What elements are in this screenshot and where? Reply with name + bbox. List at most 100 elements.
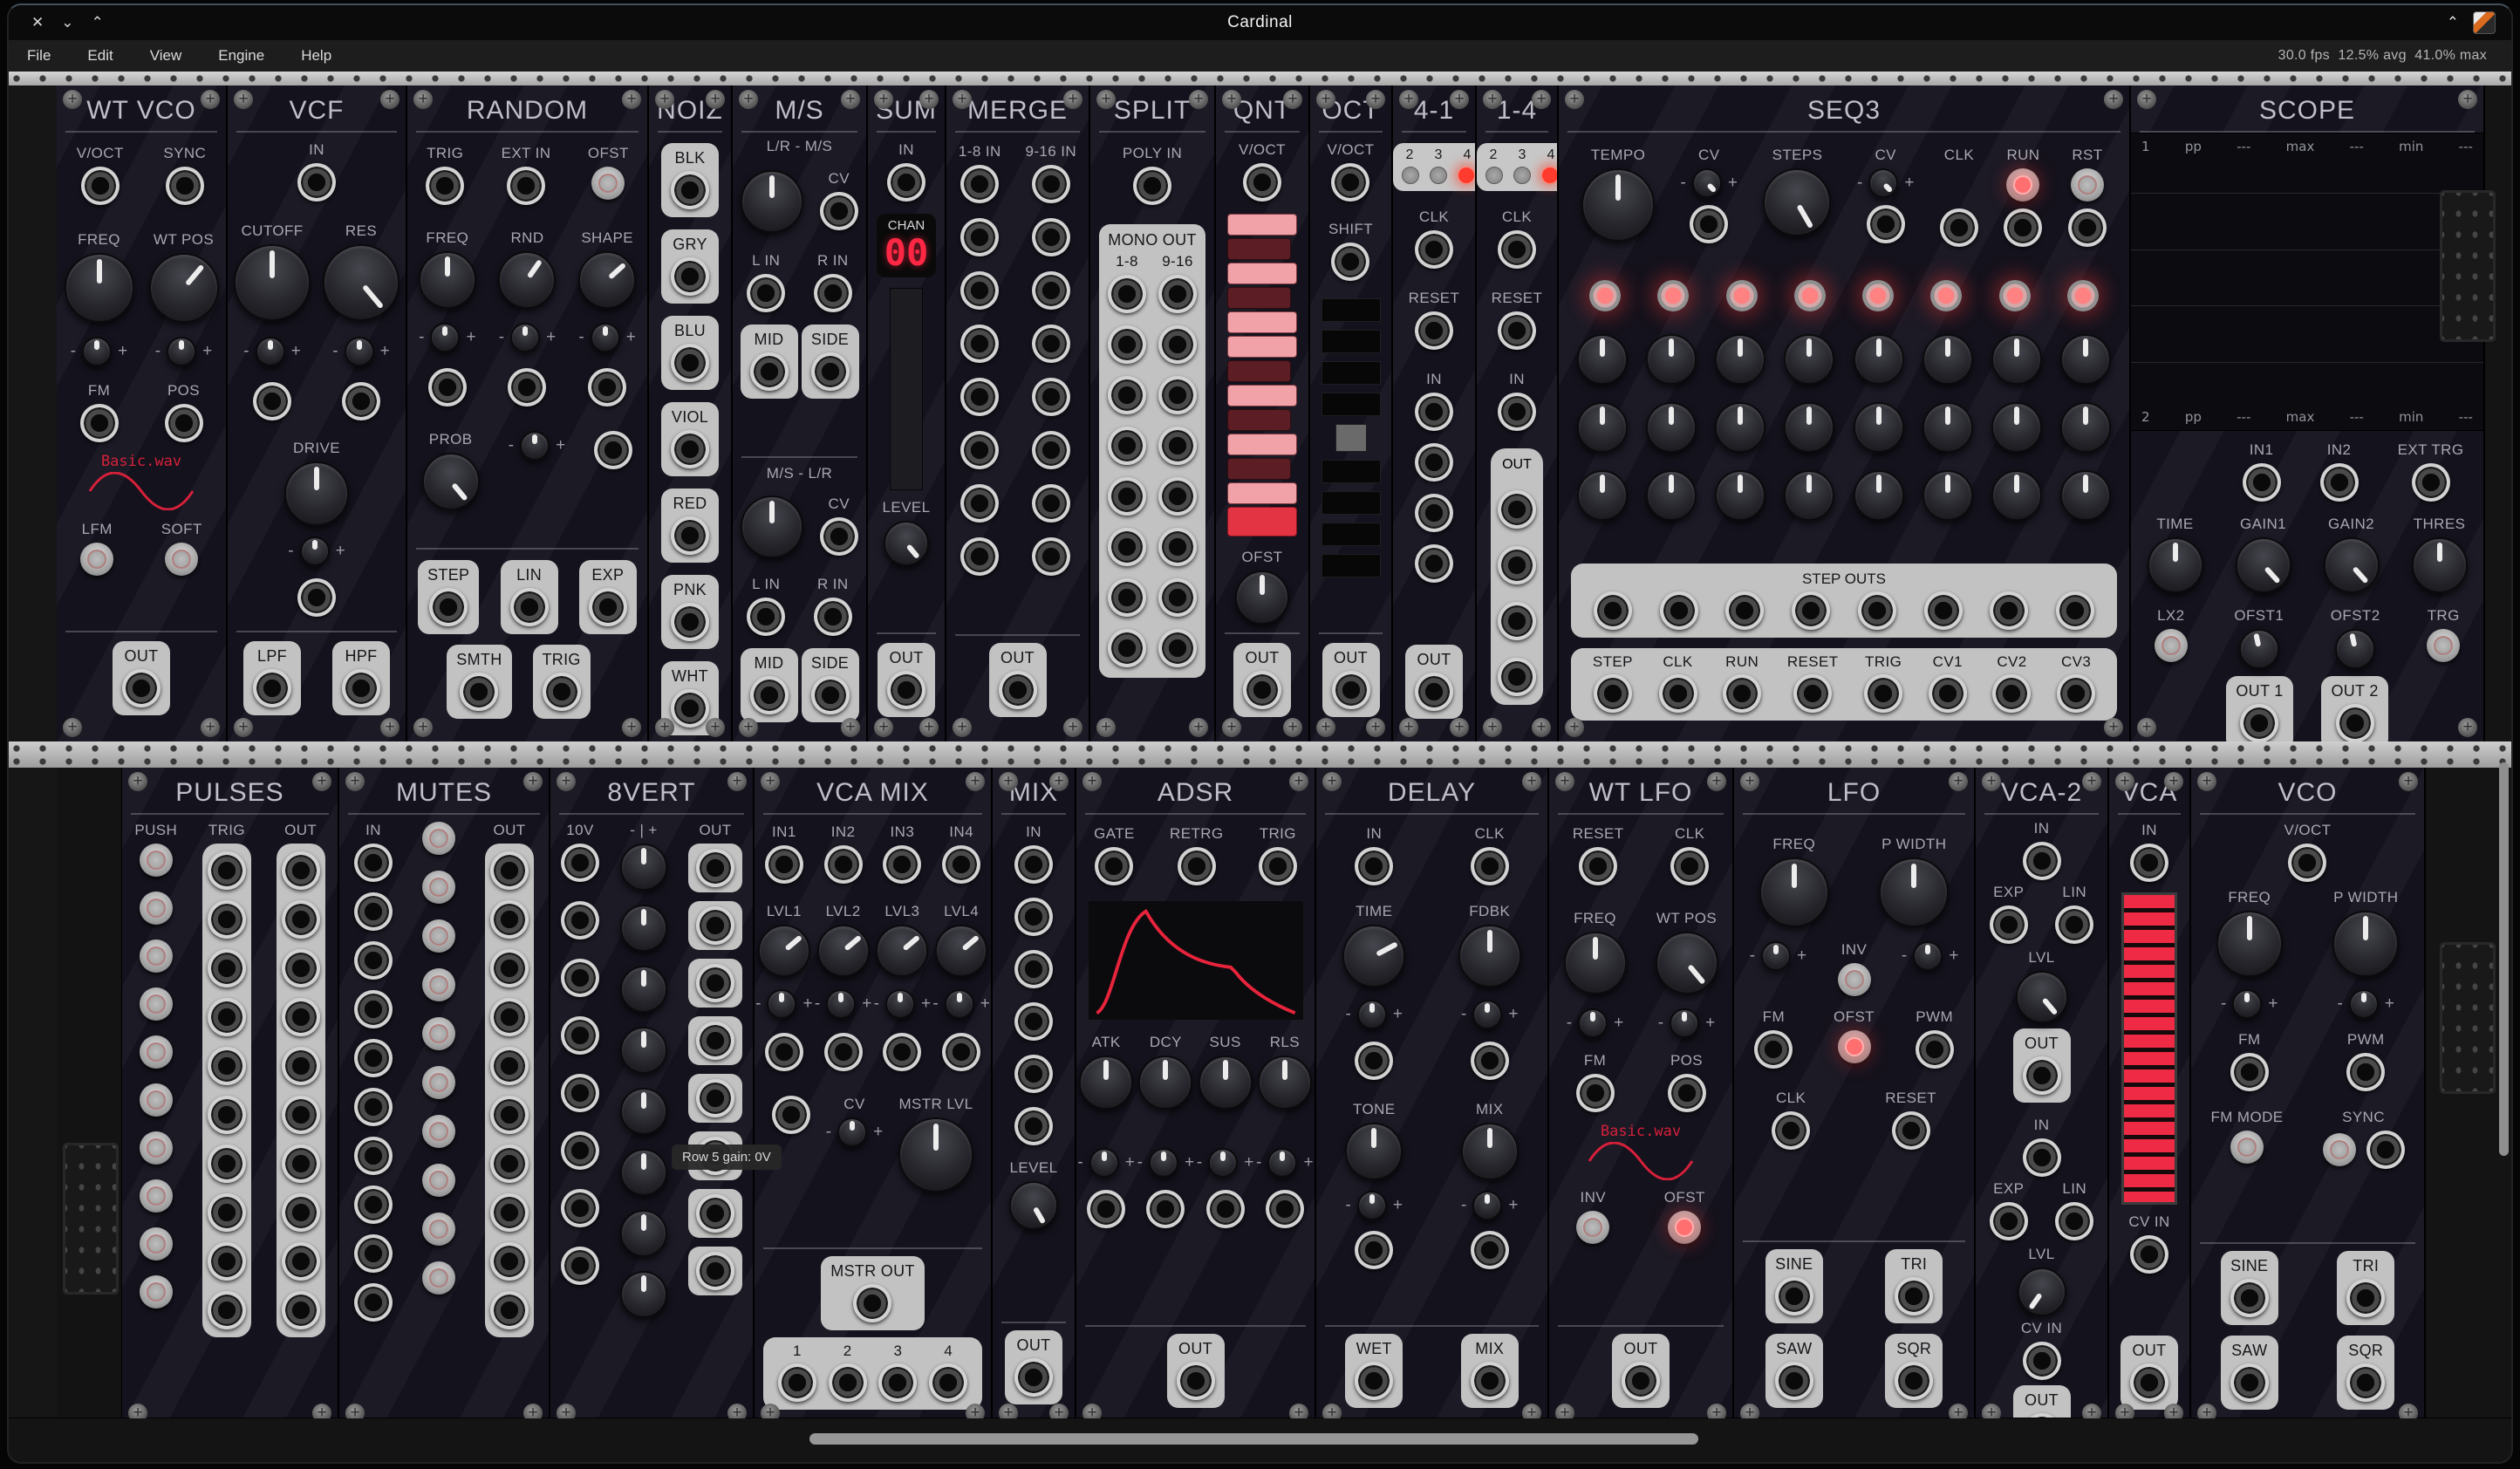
clk-jack[interactable] — [1415, 230, 1453, 269]
in2-jack[interactable] — [824, 845, 863, 884]
in-jack[interactable] — [1498, 393, 1536, 431]
port-jack[interactable] — [1471, 1231, 1509, 1269]
v-oct-jack[interactable] — [1331, 163, 1369, 202]
port-jack[interactable] — [1940, 208, 1978, 247]
step-led-button[interactable] — [1589, 280, 1621, 311]
led-button[interactable] — [422, 919, 455, 953]
port-jack[interactable] — [2068, 208, 2107, 247]
param-knob[interactable] — [620, 844, 667, 891]
black-key[interactable] — [1227, 409, 1291, 431]
viol-jack[interactable] — [671, 430, 709, 468]
lvl-knob[interactable] — [2016, 971, 2068, 1023]
attenuverter-knob[interactable] — [256, 337, 285, 366]
in-jack[interactable] — [2023, 842, 2061, 880]
octave-block[interactable] — [1321, 361, 1381, 385]
led-button[interactable] — [2006, 168, 2039, 202]
white-key[interactable] — [1227, 214, 1298, 236]
freq-knob[interactable] — [65, 253, 134, 323]
port-jack[interactable] — [490, 1291, 529, 1329]
lin-jack[interactable] — [2055, 1202, 2093, 1240]
port-jack[interactable] — [490, 1242, 529, 1281]
port-jack[interactable] — [1206, 1190, 1245, 1228]
in-jack[interactable] — [1355, 847, 1393, 885]
gain2-knob[interactable] — [2324, 537, 2380, 593]
port-jack[interactable] — [282, 1193, 320, 1232]
dcy-knob[interactable] — [1138, 1056, 1192, 1110]
mono-out-9-16-jack-7[interactable] — [1158, 578, 1197, 617]
tri-jack[interactable] — [1895, 1277, 1933, 1315]
selector-led-3[interactable] — [1513, 167, 1531, 184]
blk-jack[interactable] — [671, 171, 709, 209]
port-jack[interactable] — [208, 949, 246, 987]
run-jack[interactable] — [1723, 674, 1761, 713]
out-2-jack[interactable] — [2336, 704, 2374, 741]
mono-out-1-8-jack-6[interactable] — [1108, 528, 1146, 566]
saw-jack[interactable] — [1775, 1362, 1813, 1400]
attenuverter-knob[interactable] — [1761, 941, 1791, 971]
tone-knob[interactable] — [1345, 1123, 1403, 1180]
in4-jack[interactable] — [942, 845, 980, 884]
mono-out-9-16-jack-5[interactable] — [1158, 477, 1197, 516]
reset-jack[interactable] — [1579, 847, 1617, 885]
cv3-jack[interactable] — [2057, 674, 2095, 713]
step-led-button[interactable] — [1726, 280, 1758, 311]
v-oct-jack[interactable] — [1243, 163, 1281, 202]
out-jack[interactable] — [1332, 671, 1370, 709]
port-jack[interactable] — [1032, 325, 1070, 363]
attenuverter-knob[interactable] — [1357, 1191, 1387, 1220]
ext-in-jack[interactable] — [507, 167, 545, 205]
exp-jack[interactable] — [589, 588, 627, 626]
vertical-scrollbar[interactable] — [2499, 762, 2509, 1156]
attenuverter-knob[interactable] — [1578, 1008, 1608, 1038]
out-jack[interactable] — [1177, 1362, 1215, 1400]
mono-out-1-8-jack-3[interactable] — [1108, 376, 1146, 414]
step-jack[interactable] — [429, 588, 468, 626]
led-button[interactable] — [140, 987, 173, 1021]
white-key[interactable] — [1227, 311, 1298, 333]
fm-jack[interactable] — [80, 404, 119, 442]
tempo-knob[interactable] — [1581, 168, 1655, 242]
port-jack[interactable] — [1014, 950, 1053, 988]
menu-edit[interactable]: Edit — [69, 40, 131, 72]
wt-pos-knob[interactable] — [149, 253, 219, 323]
attenuverter-knob[interactable] — [1472, 1000, 1502, 1029]
port-jack[interactable] — [208, 1047, 246, 1085]
black-key[interactable] — [1227, 458, 1291, 480]
port-jack[interactable] — [208, 851, 246, 890]
out-jack[interactable] — [2023, 1056, 2061, 1095]
menu-help[interactable]: Help — [283, 40, 350, 72]
port-jack[interactable] — [282, 1047, 320, 1085]
fm-mode-button[interactable] — [2230, 1131, 2264, 1164]
thres-knob[interactable] — [2412, 537, 2468, 593]
led-button[interactable] — [422, 1164, 455, 1197]
atk-knob[interactable] — [1079, 1056, 1133, 1110]
mono-out-9-16-jack-3[interactable] — [1158, 376, 1197, 414]
step-led-button[interactable] — [1862, 280, 1894, 311]
out-jack[interactable] — [1014, 1358, 1053, 1397]
white-key[interactable] — [1227, 263, 1298, 284]
port-jack[interactable] — [490, 1047, 529, 1085]
time-knob[interactable] — [2148, 537, 2203, 593]
clk-jack[interactable] — [1471, 847, 1509, 885]
smth-jack[interactable] — [460, 673, 498, 711]
blu-jack[interactable] — [671, 344, 709, 382]
param-knob[interactable] — [1922, 402, 1973, 453]
fm-jack[interactable] — [1576, 1074, 1615, 1112]
2-jack[interactable] — [829, 1363, 867, 1402]
in3-jack[interactable] — [883, 845, 921, 884]
lvl3-knob[interactable] — [876, 925, 928, 977]
port-jack[interactable] — [960, 431, 999, 469]
port-jack[interactable] — [765, 1033, 803, 1071]
port-jack[interactable] — [1415, 393, 1453, 431]
sine-jack[interactable] — [1775, 1277, 1813, 1315]
step-8-jack[interactable] — [2056, 591, 2094, 630]
led-button[interactable] — [140, 892, 173, 925]
port-jack[interactable] — [960, 537, 999, 576]
white-key[interactable] — [1227, 482, 1298, 504]
param-knob[interactable] — [1854, 470, 1904, 521]
clk-jack[interactable] — [1498, 230, 1536, 269]
octave-block[interactable] — [1321, 460, 1381, 483]
lin-jack[interactable] — [510, 588, 549, 626]
close-icon[interactable]: ✕ — [31, 14, 44, 31]
param-knob[interactable] — [1991, 470, 2042, 521]
